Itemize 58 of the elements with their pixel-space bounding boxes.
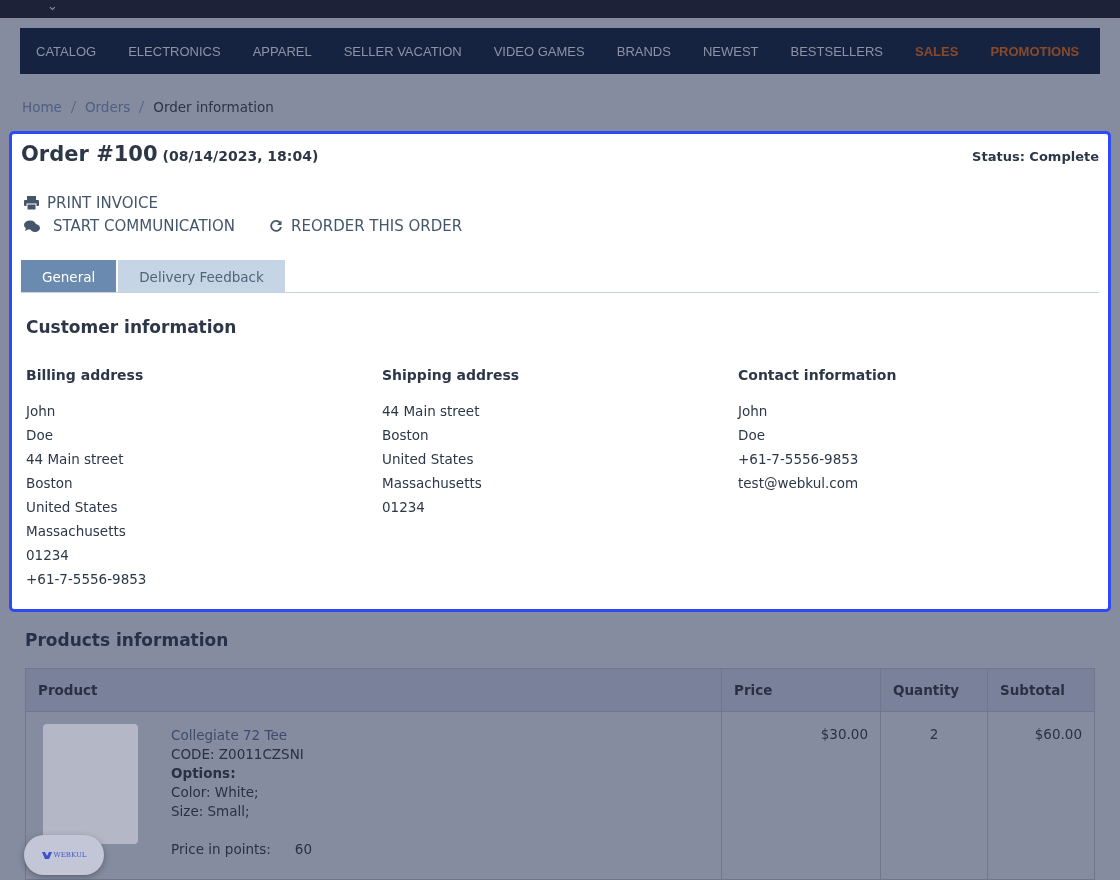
order-title: Order #100 <box>21 142 158 166</box>
column-header: Price <box>721 668 881 712</box>
address-line: Boston <box>382 426 430 445</box>
address-line: John <box>26 402 57 421</box>
address-line: Doe <box>26 426 54 445</box>
address-line: 44 Main street <box>382 402 481 421</box>
chat-bubbles-icon <box>24 219 40 233</box>
address-line: +61-7-5556-9853 <box>738 450 860 469</box>
action-link[interactable]: REORDER THIS ORDER <box>269 217 463 235</box>
nav-link[interactable]: ELECTRONICS <box>128 43 221 59</box>
points-label: Price in points: <box>171 840 271 859</box>
logo-icon <box>41 851 52 859</box>
order-status: Status: Complete <box>972 149 1099 164</box>
product-link[interactable]: Collegiate 72 Tee <box>171 726 313 745</box>
column-heading: Billing address <box>26 367 145 383</box>
action-link[interactable]: START COMMUNICATION <box>24 217 235 235</box>
address-line: Boston <box>26 474 74 493</box>
address-line: United States <box>382 450 475 469</box>
refresh-icon <box>269 219 283 233</box>
nav-link[interactable]: SELLER VACATION <box>343 43 462 59</box>
option-text: Color: White; <box>171 783 260 802</box>
printer-icon <box>24 196 39 210</box>
address-line: John <box>738 402 769 421</box>
tab[interactable]: Delivery Feedback <box>118 260 285 292</box>
column-heading: Contact information <box>738 367 898 383</box>
address-line: Massachusetts <box>382 474 483 493</box>
address-line: Massachusetts <box>26 522 127 541</box>
options-label: Options: <box>171 764 237 783</box>
address-line: test@webkul.com <box>738 474 860 493</box>
breadcrumb-current: Order information <box>153 99 274 115</box>
section-heading: Products information <box>25 630 230 650</box>
order-date: (08/14/2023, 18:04) <box>162 148 319 164</box>
action-link[interactable]: PRINT INVOICE <box>24 194 235 212</box>
address-line: +61-7-5556-9853 <box>26 570 148 589</box>
column-header: Quantity <box>880 668 988 712</box>
nav-link[interactable]: APPAREL <box>252 43 312 59</box>
nav-link[interactable]: NEWEST <box>702 43 759 59</box>
address-line: Doe <box>738 426 766 445</box>
product-code: CODE: Z0011CZSNI <box>171 745 305 764</box>
table-cell: 2 <box>880 711 988 880</box>
address-line: 44 Main street <box>26 450 125 469</box>
column-header: Subtotal <box>987 668 1095 712</box>
nav-link[interactable]: CATALOG <box>36 43 97 59</box>
column-heading: Shipping address <box>382 367 521 383</box>
table-cell: $30.00 <box>721 711 881 880</box>
table-cell: $60.00 <box>987 711 1095 880</box>
nav-link[interactable]: BRANDS <box>616 43 671 59</box>
option-text: Size: Small; <box>171 802 251 821</box>
points-value: 60 <box>294 840 313 859</box>
address-line: United States <box>26 498 119 517</box>
nav-link[interactable]: VIDEO GAMES <box>493 43 585 59</box>
address-line: 01234 <box>382 498 426 517</box>
dropdown-caret[interactable]: ⌄ <box>47 0 58 12</box>
tab[interactable]: General <box>21 260 117 292</box>
section-heading: Customer information <box>26 317 238 337</box>
column-header: Product <box>25 668 722 712</box>
nav-link[interactable]: BESTSELLERS <box>790 43 884 59</box>
address-line: 01234 <box>26 546 70 565</box>
